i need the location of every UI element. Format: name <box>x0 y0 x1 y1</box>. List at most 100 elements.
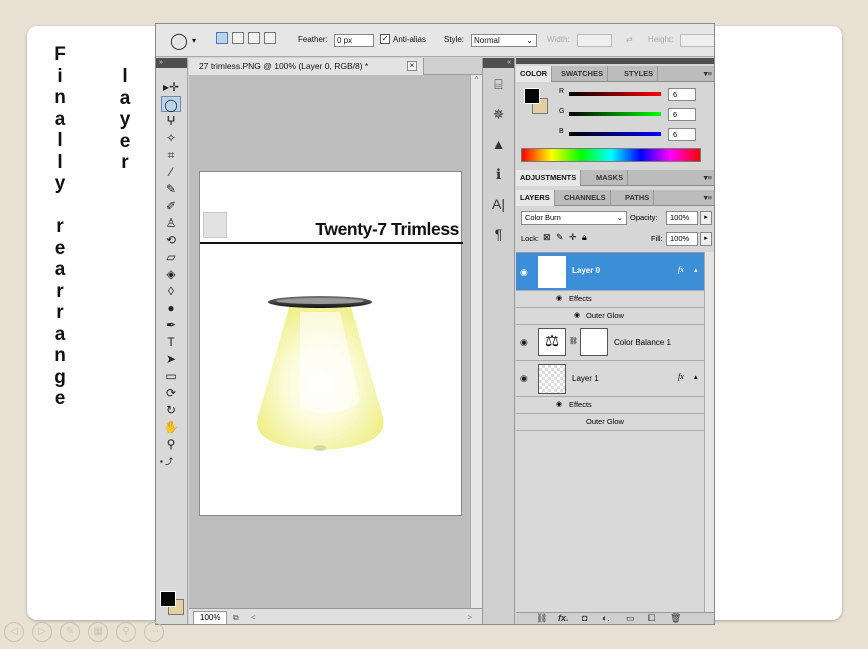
crop-tool-icon[interactable]: ⌗ <box>161 147 181 163</box>
slides-icon[interactable]: ▦ <box>88 622 108 642</box>
navigator-panel-icon[interactable]: ✵ <box>488 104 510 124</box>
scroll-right-icon[interactable]: > <box>467 609 472 624</box>
layer-effects-row[interactable]: ◉ Effects <box>516 397 714 414</box>
scroll-up-icon[interactable]: ^ <box>471 75 482 84</box>
red-slider-bar[interactable] <box>569 92 661 96</box>
document-canvas[interactable]: Twenty-7 Trimless <box>199 171 463 516</box>
width-input[interactable] <box>577 34 612 47</box>
close-icon[interactable]: × <box>407 61 417 71</box>
ellipse-marquee-icon[interactable]: ◯ <box>170 31 188 51</box>
path-select-tool-icon[interactable]: ➤ <box>161 351 181 367</box>
quick-select-tool-icon[interactable]: ✧ <box>161 130 181 146</box>
3d-rotate-tool-icon[interactable]: ⟳ <box>161 385 181 401</box>
more-options-icon[interactable]: ⋯ <box>144 622 164 642</box>
swap-colors-icon[interactable]: ▪ ⤴ <box>160 456 187 466</box>
new-group-icon[interactable]: ▭ <box>626 613 635 624</box>
tab-styles[interactable]: STYLES <box>620 66 659 82</box>
healing-brush-tool-icon[interactable]: ✎ <box>161 181 181 197</box>
green-slider-bar[interactable] <box>569 112 661 116</box>
status-info-icon[interactable]: ⧉ <box>233 609 239 624</box>
effects-eye-icon[interactable]: ◉ <box>556 400 562 408</box>
opacity-arrow-icon[interactable]: ▸ <box>700 211 712 225</box>
strip-collapse-icon[interactable]: « <box>483 58 514 68</box>
tab-adjustments[interactable]: ADJUSTMENTS <box>516 170 582 186</box>
blue-value-input[interactable]: 6 <box>668 128 696 141</box>
fx-icon[interactable]: fx <box>678 265 684 274</box>
brush-tool-icon[interactable]: ✐ <box>161 198 181 214</box>
blue-slider-bar[interactable] <box>569 132 661 136</box>
3d-orbit-tool-icon[interactable]: ↻ <box>161 402 181 418</box>
effects-eye-icon[interactable]: ◉ <box>556 294 562 302</box>
previous-slide-icon[interactable]: ◁ <box>4 622 24 642</box>
visibility-eye-icon[interactable]: ◉ <box>520 373 530 384</box>
dodge-tool-icon[interactable]: ● <box>161 300 181 316</box>
character-panel-icon[interactable]: A| <box>488 194 510 214</box>
fill-arrow-icon[interactable]: ▸ <box>700 232 712 246</box>
add-style-icon[interactable]: fx. <box>558 613 569 623</box>
tools-collapse-icon[interactable]: » <box>156 58 187 68</box>
history-panel-icon[interactable]: ⌸ <box>488 74 510 94</box>
outer-glow-eye-icon[interactable]: ◉ <box>574 311 580 319</box>
hand-tool-icon[interactable]: ✋ <box>161 419 181 435</box>
green-value-input[interactable]: 6 <box>668 108 696 121</box>
color-foreground-swatch[interactable] <box>524 88 540 104</box>
layer-effect-outer-glow[interactable]: Outer Glow <box>516 414 714 431</box>
swap-icon[interactable]: ⇄ <box>626 35 633 44</box>
type-tool-icon[interactable]: T <box>161 334 181 350</box>
style-select[interactable]: Normal ⌄ <box>471 34 537 47</box>
shape-tool-icon[interactable]: ▭ <box>161 368 181 384</box>
layers-scrollbar[interactable] <box>704 252 714 612</box>
histogram-panel-icon[interactable]: ▲ <box>488 134 510 154</box>
eraser-tool-icon[interactable]: ▱ <box>161 249 181 265</box>
link-layers-icon[interactable]: ⛓ <box>536 613 547 624</box>
move-tool-icon[interactable]: ▸✛ <box>161 79 181 95</box>
lock-all-icon[interactable]: 🔒︎ <box>582 232 587 243</box>
blue-slider[interactable]: B 6 <box>559 128 711 142</box>
new-selection-icon[interactable] <box>216 32 228 44</box>
intersect-selection-icon[interactable] <box>264 32 276 44</box>
green-slider[interactable]: G 6 <box>559 108 711 122</box>
subtract-selection-icon[interactable] <box>248 32 260 44</box>
layer-link-icon[interactable]: ⛓ <box>569 337 578 345</box>
antialias-checkbox[interactable]: ✓ <box>380 34 390 44</box>
tab-channels[interactable]: CHANNELS <box>560 190 611 206</box>
delete-layer-icon[interactable]: 🗑︎ <box>670 613 681 624</box>
layer-row-color-balance-1[interactable]: ◉ ⚖ ⛓ Color Balance 1 <box>516 325 714 361</box>
lock-position-icon[interactable]: ✛ <box>569 232 577 243</box>
tool-preset-dropdown-icon[interactable]: ▾ <box>192 36 196 45</box>
red-slider[interactable]: R 6 <box>559 88 711 102</box>
color-spectrum-ramp[interactable] <box>521 148 701 162</box>
pen-icon[interactable]: ✎ <box>60 622 80 642</box>
layers-menu-icon[interactable]: ▾≡ <box>700 190 714 206</box>
zoom-level[interactable]: 100% <box>193 611 228 624</box>
stamp-tool-icon[interactable]: ♙ <box>161 215 181 231</box>
blur-tool-icon[interactable]: ◊ <box>161 283 181 299</box>
panel-menu-icon[interactable]: ▾≡ <box>700 66 714 82</box>
red-value-input[interactable]: 6 <box>668 88 696 101</box>
marquee-tool-icon[interactable]: ◯ <box>161 96 181 112</box>
layer-effect-outer-glow[interactable]: ◉ Outer Glow <box>516 308 714 325</box>
feather-input[interactable]: 0 px <box>334 34 374 47</box>
zoom-icon[interactable]: ⚲ <box>116 622 136 642</box>
add-mask-icon[interactable]: ◘ <box>582 613 587 623</box>
eyedropper-tool-icon[interactable]: ⁄ <box>161 164 181 180</box>
info-panel-icon[interactable]: ℹ <box>488 164 510 184</box>
lock-image-icon[interactable]: ✎ <box>556 232 564 243</box>
expand-arrow-icon[interactable]: ▴ <box>694 373 698 381</box>
lock-transparent-icon[interactable]: ⊠ <box>543 232 551 243</box>
vertical-scrollbar[interactable]: ^ <box>470 75 482 608</box>
expand-arrow-icon[interactable]: ▴ <box>694 266 698 274</box>
dock-collapse-icon[interactable] <box>516 58 714 64</box>
new-adjustment-icon[interactable]: ◐. <box>602 613 610 623</box>
visibility-eye-icon[interactable]: ◉ <box>520 267 530 278</box>
tab-color[interactable]: COLOR <box>516 66 553 82</box>
opacity-input[interactable]: 100% <box>666 211 698 225</box>
tab-paths[interactable]: PATHS <box>621 190 655 206</box>
pen-tool-icon[interactable]: ✒ <box>161 317 181 333</box>
tab-swatches[interactable]: SWATCHES <box>557 66 608 82</box>
history-brush-tool-icon[interactable]: ⟲ <box>161 232 181 248</box>
layer-effects-row[interactable]: ◉ Effects <box>516 291 714 308</box>
fill-input[interactable]: 100% <box>666 232 698 246</box>
adjustments-menu-icon[interactable]: ▾≡ <box>700 170 714 186</box>
foreground-color-swatch[interactable] <box>160 591 176 607</box>
